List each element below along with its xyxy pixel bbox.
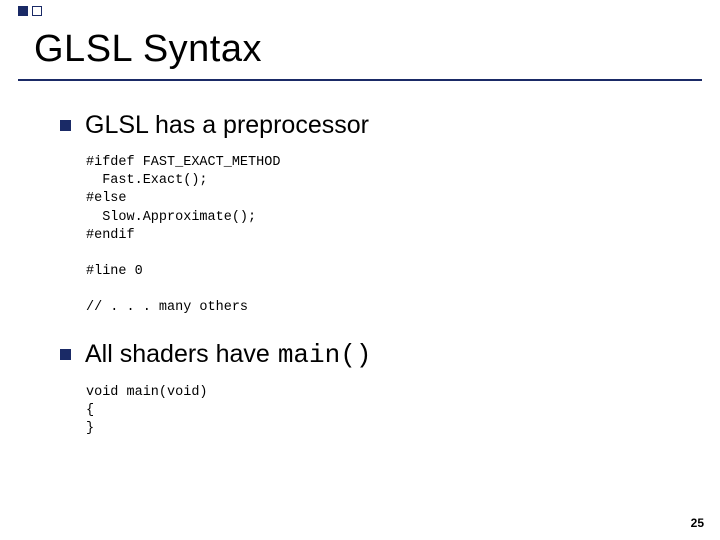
bullet-item: All shaders have main() <box>60 340 680 370</box>
code-block-line: #line 0 <box>86 263 680 281</box>
page-number: 25 <box>691 516 704 530</box>
code-block-preprocessor: #ifdef FAST_EXACT_METHOD Fast.Exact(); #… <box>86 154 680 245</box>
bullet-text: All shaders have main() <box>85 340 371 370</box>
bullet-text-mono: main() <box>278 340 372 370</box>
code-block-comment: // . . . many others <box>86 299 680 317</box>
square-icon <box>18 6 28 16</box>
code-block-main: void main(void) { } <box>86 384 680 439</box>
slide-content: GLSL has a preprocessor #ifdef FAST_EXAC… <box>0 81 720 438</box>
slide-title: GLSL Syntax <box>0 0 720 79</box>
bullet-text-prefix: All shaders have <box>85 340 270 369</box>
bullet-item: GLSL has a preprocessor <box>60 111 680 140</box>
bullet-icon <box>60 120 71 131</box>
square-icon <box>32 6 42 16</box>
bullet-text: GLSL has a preprocessor <box>85 111 369 140</box>
corner-decoration <box>18 6 42 16</box>
bullet-icon <box>60 349 71 360</box>
